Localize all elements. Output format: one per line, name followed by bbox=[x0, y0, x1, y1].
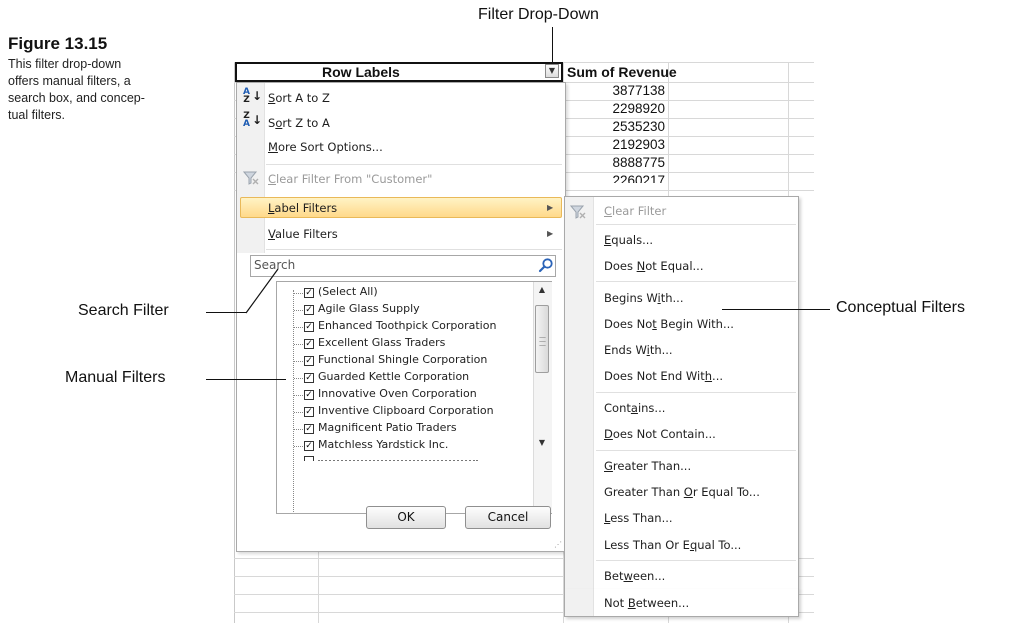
tree-tick bbox=[294, 344, 303, 345]
tree-line bbox=[293, 290, 294, 512]
tree-tick bbox=[294, 446, 303, 447]
list-item[interactable]: (Select All) bbox=[318, 285, 378, 298]
menu-separator bbox=[266, 249, 562, 250]
menu-separator bbox=[596, 224, 796, 225]
label-filters-item[interactable]: Label Filters bbox=[268, 201, 337, 215]
list-item[interactable]: Enhanced Toothpick Corporation bbox=[318, 319, 496, 332]
not-between-item-label[interactable]: Not Between... bbox=[604, 596, 689, 610]
callout-line bbox=[552, 27, 553, 62]
submenu-arrow-icon: ▶ bbox=[547, 229, 554, 238]
ok-button[interactable]: OK bbox=[366, 506, 446, 529]
does-not-equal-item[interactable]: Does Not Equal... bbox=[604, 259, 704, 273]
submenu-arrow-icon: ▶ bbox=[547, 203, 554, 212]
menu-separator bbox=[596, 281, 796, 282]
resize-grip-icon[interactable]: ⋰ bbox=[554, 540, 562, 549]
sort-z-to-a-item[interactable]: Sort Z to A bbox=[268, 116, 330, 130]
list-item-checkbox[interactable]: ✓ bbox=[304, 424, 314, 434]
less-than-or-equal-item[interactable]: Less Than Or Equal To... bbox=[604, 538, 741, 552]
list-item[interactable]: Functional Shingle Corporation bbox=[318, 353, 487, 366]
list-item-checkbox[interactable]: ✓ bbox=[304, 339, 314, 349]
list-item[interactable]: Innovative Oven Corporation bbox=[318, 387, 477, 400]
figure-title: Figure 13.15 bbox=[8, 34, 108, 53]
list-item-checkbox[interactable]: ✓ bbox=[304, 441, 314, 451]
callout-line bbox=[206, 312, 246, 313]
figure-caption-line: search box, and concep- bbox=[8, 91, 145, 105]
list-item-partial bbox=[294, 456, 524, 461]
list-item[interactable]: Inventive Clipboard Corporation bbox=[318, 404, 494, 417]
callout-line bbox=[722, 309, 830, 310]
figure-caption-line: tual filters. bbox=[8, 108, 65, 122]
more-sort-options-item[interactable]: More Sort Options... bbox=[268, 140, 383, 154]
clear-filter-item[interactable]: Clear Filter From "Customer" bbox=[268, 172, 432, 186]
callout-manual-filters: Manual Filters bbox=[65, 369, 166, 386]
submenu-tail-gutter bbox=[565, 589, 594, 616]
row-labels-header: Row Labels bbox=[322, 64, 400, 80]
list-item-checkbox[interactable]: ✓ bbox=[304, 322, 314, 332]
label-filters-submenu bbox=[564, 196, 799, 590]
tree-tick bbox=[294, 412, 303, 413]
figure-caption-line: This filter drop-down bbox=[8, 57, 122, 71]
tree-tick bbox=[294, 327, 303, 328]
greater-than-or-equal-item[interactable]: Greater Than Or Equal To... bbox=[604, 485, 760, 499]
greater-than-item[interactable]: Greater Than... bbox=[604, 459, 691, 473]
submenu-icon-gutter bbox=[565, 197, 594, 589]
cancel-button[interactable]: Cancel bbox=[465, 506, 551, 529]
scroll-down-icon[interactable]: ▼ bbox=[533, 438, 551, 447]
between-item[interactable]: Between... bbox=[604, 569, 665, 583]
does-not-begin-with-item[interactable]: Does Not Begin With... bbox=[604, 317, 734, 331]
clear-filter-icon bbox=[569, 204, 586, 219]
does-not-contain-item[interactable]: Does Not Contain... bbox=[604, 427, 716, 441]
tree-tick bbox=[294, 429, 303, 430]
grip-icon: — — — bbox=[539, 333, 546, 349]
sort-a-z-icon: A Z ↓ bbox=[243, 87, 263, 105]
filter-dropdown-button[interactable]: ▼ bbox=[545, 64, 559, 78]
menu-separator bbox=[266, 164, 562, 165]
tree-tick bbox=[294, 395, 303, 396]
list-item-checkbox[interactable]: ✓ bbox=[304, 407, 314, 417]
equals-item[interactable]: Equals... bbox=[604, 233, 653, 247]
submenu-clear-filter-item[interactable]: Clear Filter bbox=[604, 204, 666, 218]
tree-tick bbox=[294, 361, 303, 362]
callout-search-filter: Search Filter bbox=[78, 302, 169, 319]
ends-with-item[interactable]: Ends With... bbox=[604, 343, 673, 357]
search-icon bbox=[538, 257, 554, 273]
figure-caption-line: offers manual filters, a bbox=[8, 74, 131, 88]
sort-z-a-icon: Z A ↓ bbox=[243, 111, 263, 129]
scroll-up-icon[interactable]: ▲ bbox=[533, 285, 551, 294]
menu-separator bbox=[596, 450, 796, 451]
callout-conceptual-filters: Conceptual Filters bbox=[836, 299, 965, 316]
does-not-end-with-item[interactable]: Does Not End With... bbox=[604, 369, 723, 383]
callout-line bbox=[245, 268, 279, 314]
list-item-checkbox[interactable]: ✓ bbox=[304, 356, 314, 366]
less-than-item[interactable]: Less Than... bbox=[604, 511, 673, 525]
callout-line bbox=[206, 379, 286, 380]
list-item-checkbox[interactable]: ✓ bbox=[304, 373, 314, 383]
clear-filter-icon bbox=[242, 170, 259, 185]
list-item[interactable]: Agile Glass Supply bbox=[318, 302, 420, 315]
search-input[interactable] bbox=[250, 255, 556, 277]
contains-item[interactable]: Contains... bbox=[604, 401, 665, 415]
chevron-down-icon: ▼ bbox=[548, 66, 556, 75]
begins-with-item[interactable]: Begins With... bbox=[604, 291, 683, 305]
list-item[interactable]: Excellent Glass Traders bbox=[318, 336, 445, 349]
list-item[interactable]: Magnificent Patio Traders bbox=[318, 421, 457, 434]
list-item-checkbox[interactable]: ✓ bbox=[304, 305, 314, 315]
menu-separator bbox=[596, 560, 796, 561]
callout-filter-dropdown: Filter Drop-Down bbox=[478, 6, 599, 23]
tree-tick bbox=[294, 310, 303, 311]
list-item-checkbox[interactable]: ✓ bbox=[304, 390, 314, 400]
sort-a-to-z-item[interactable]: Sort A to Z bbox=[268, 91, 330, 105]
value-filters-item[interactable]: Value Filters bbox=[268, 227, 338, 241]
tree-tick bbox=[294, 293, 303, 294]
list-item[interactable]: Guarded Kettle Corporation bbox=[318, 370, 469, 383]
tree-tick bbox=[294, 378, 303, 379]
figure-caption: This filter drop-down offers manual filt… bbox=[8, 56, 198, 124]
menu-icon-gutter bbox=[237, 83, 265, 253]
list-item-checkbox[interactable]: ✓ bbox=[304, 288, 314, 298]
sum-of-revenue-header: Sum of Revenue bbox=[567, 64, 677, 80]
menu-separator bbox=[596, 392, 796, 393]
list-item[interactable]: Matchless Yardstick Inc. bbox=[318, 438, 448, 451]
